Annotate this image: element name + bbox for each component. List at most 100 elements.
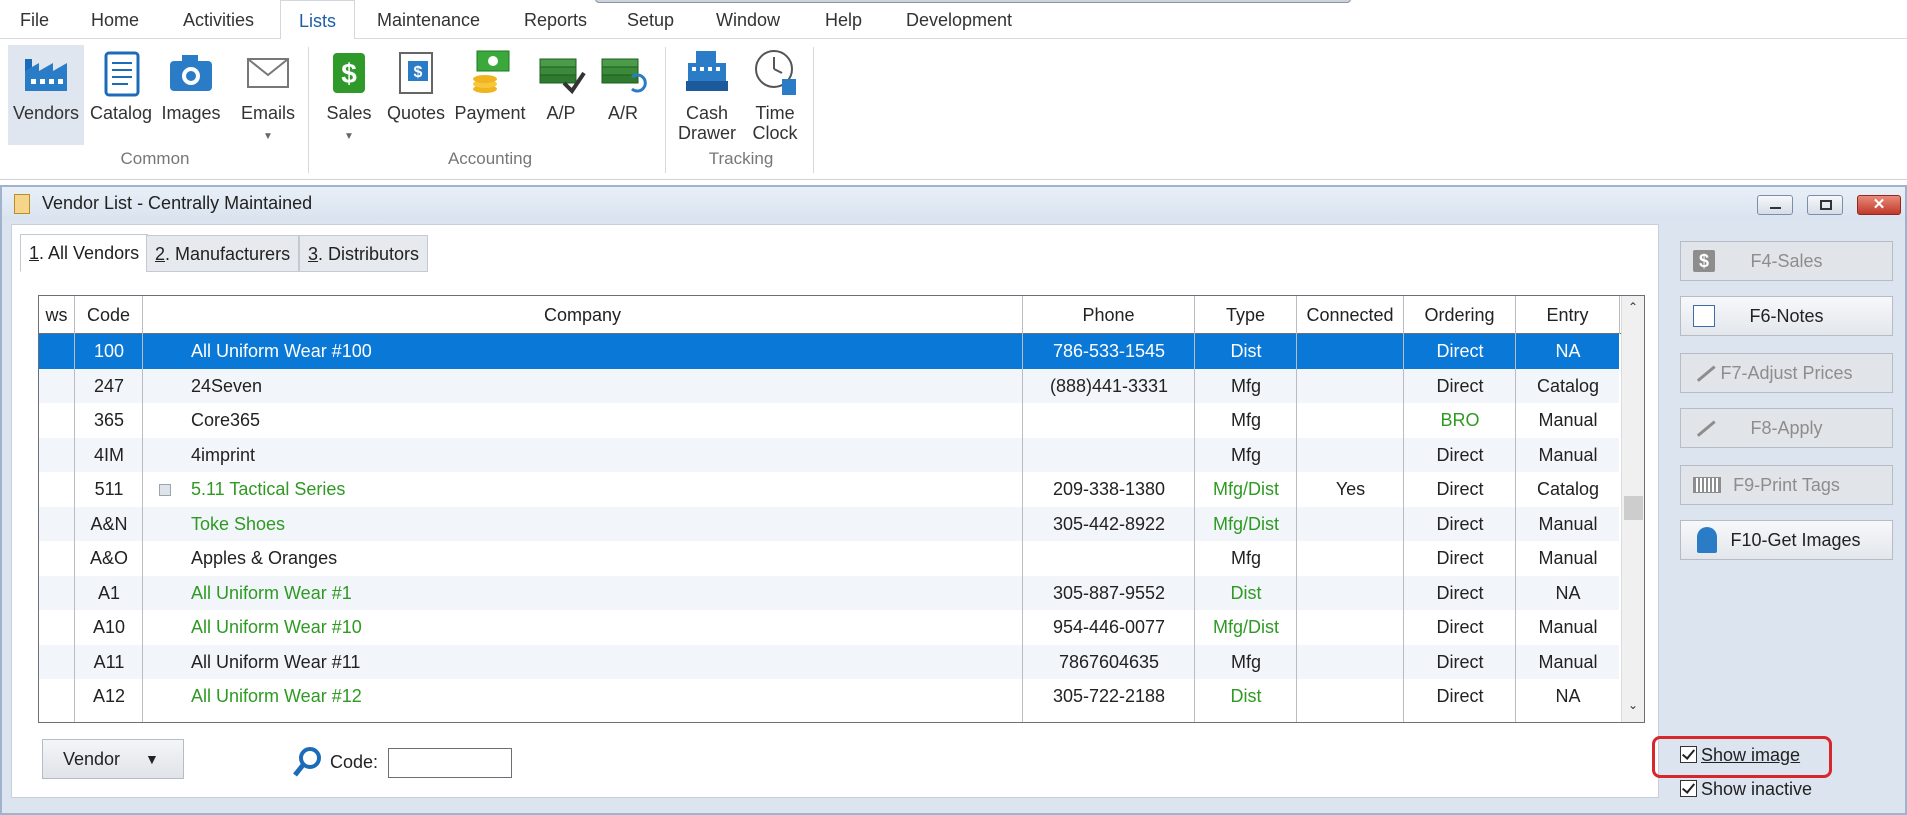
tab-key: 3: [308, 244, 319, 264]
f4-sales-button[interactable]: $ F4-Sales: [1680, 241, 1893, 281]
table-row[interactable]: 247 24Seven (888)441-3331 Mfg Direct Catalog: [39, 368, 1619, 404]
vertical-scrollbar[interactable]: ⌃ ⌄: [1621, 296, 1644, 722]
factory-icon: [8, 45, 84, 101]
ribbon-catalog-label: Catalog: [89, 103, 153, 123]
column-header-phone[interactable]: Phone: [1023, 296, 1195, 334]
f6-notes-button[interactable]: F6-Notes: [1680, 296, 1893, 336]
column-divider: [1515, 334, 1516, 722]
tab-key: 1: [29, 243, 40, 263]
cell-text: Direct: [1436, 582, 1484, 603]
table-row[interactable]: 4IM 4imprint Mfg Direct Manual: [39, 437, 1619, 472]
cell-text: Manual: [1538, 651, 1598, 672]
cell-ws: [39, 334, 75, 369]
menu-maintenance[interactable]: Maintenance: [377, 0, 480, 40]
menu-help[interactable]: Help: [825, 0, 862, 40]
vendor-dropdown-button[interactable]: Vendor ▼: [42, 739, 184, 779]
code-input[interactable]: [388, 748, 512, 778]
f7-adjust-prices-button[interactable]: F7-Adjust Prices: [1680, 353, 1893, 393]
table-row[interactable]: 511 5.11 Tactical Series 209-338-1380 Mfg/D…: [39, 472, 1619, 507]
cell-text: Direct: [1436, 548, 1484, 568]
column-header-code[interactable]: Code: [75, 296, 143, 334]
cell-phone: 209-338-1380: [1023, 472, 1195, 507]
cell-entry: Manual: [1516, 645, 1620, 680]
ribbon-ap-button[interactable]: A/P: [536, 45, 586, 123]
minimize-button[interactable]: [1757, 195, 1793, 215]
table-row[interactable]: A10 All Uniform Wear #10 954-446-0077 Mfg/D…: [39, 610, 1619, 645]
ribbon-vendors-button[interactable]: Vendors: [8, 45, 84, 145]
cell-text: Mfg: [1230, 651, 1261, 672]
scroll-down-icon[interactable]: ⌄: [1622, 698, 1644, 712]
cell-text: All Uniform Wear #10: [191, 617, 362, 637]
show-inactive-checkbox[interactable]: Show inactive: [1680, 779, 1812, 800]
cell-text: Direct: [1436, 444, 1484, 465]
tab-distributors[interactable]: 3. Distributors: [299, 235, 429, 272]
cell-text: Toke Shoes: [191, 513, 286, 534]
cell-ordering: Direct: [1404, 576, 1516, 611]
cell-company: Core365: [143, 403, 1023, 438]
table-row[interactable]: A&O Apples & Oranges Mfg Direct Manual: [39, 541, 1619, 576]
ribbon-sales-button[interactable]: $ Sales ▼: [318, 45, 380, 147]
menu-window[interactable]: Window: [716, 0, 780, 40]
ribbon-cash-drawer-button[interactable]: Cash Drawer: [674, 45, 740, 143]
tab-all-vendors[interactable]: 1. All Vendors: [20, 234, 149, 272]
table-row[interactable]: A11 All Uniform Wear #11 7867604635 Mfg Dire…: [39, 644, 1620, 680]
show-inactive-label: Show inactive: [1701, 779, 1813, 799]
ribbon-emails-button[interactable]: Emails ▼: [232, 45, 304, 147]
ribbon-catalog-button[interactable]: Catalog: [88, 45, 154, 123]
tab-manufacturers[interactable]: 2. Manufacturers: [146, 235, 300, 272]
table-row[interactable]: 100 All Uniform Wear #100 786-533-1545 Dist…: [39, 334, 1619, 369]
menu-activities[interactable]: Activities: [183, 0, 254, 40]
menu-setup[interactable]: Setup: [627, 0, 674, 40]
ribbon-payment-button[interactable]: Payment: [450, 45, 530, 123]
column-header-company[interactable]: Company: [143, 296, 1023, 334]
table-row[interactable]: 365 Core365 Mfg BRO Manual: [39, 403, 1619, 438]
show-image-checkbox[interactable]: Show image: [1680, 745, 1800, 766]
table-row[interactable]: A1 All Uniform Wear #1 305-887-9552 Dist Dir…: [39, 575, 1619, 611]
menu-reports[interactable]: Reports: [524, 0, 587, 40]
menu-development[interactable]: Development: [906, 0, 1012, 40]
column-header-ordering[interactable]: Ordering: [1404, 296, 1516, 334]
cell-text: 4imprint: [191, 444, 256, 465]
show-image-label: Show image: [1701, 745, 1801, 765]
cell-text: Manual: [1538, 444, 1598, 465]
column-divider: [1194, 334, 1195, 722]
scroll-thumb[interactable]: [1624, 496, 1643, 520]
close-button[interactable]: ✕: [1857, 195, 1901, 215]
f10-get-images-button[interactable]: F10-Get Images: [1680, 520, 1893, 560]
cell-connected: [1297, 610, 1404, 645]
column-header-ws[interactable]: ws: [39, 296, 75, 334]
menu-file[interactable]: File: [20, 0, 49, 40]
cell-company: Apples & Oranges: [143, 541, 1023, 576]
vendor-grid[interactable]: ws Code Company Phone Type Connected Ord…: [38, 295, 1645, 723]
cell-connected: [1297, 369, 1404, 404]
f8-apply-button[interactable]: F8-Apply: [1680, 408, 1893, 448]
ribbon-quotes-button[interactable]: $ Quotes: [382, 45, 450, 123]
ribbon-time-clock-button[interactable]: Time Clock: [742, 45, 808, 143]
column-header-connected[interactable]: Connected: [1297, 296, 1404, 334]
cell-phone: 7867604635: [1023, 645, 1195, 680]
ribbon-emails-label: Emails: [240, 103, 295, 123]
f9-print-tags-button[interactable]: F9-Print Tags: [1680, 465, 1893, 505]
cell-text: 511: [94, 479, 124, 499]
table-row[interactable]: A&N Toke Shoes 305-442-8922 Mfg/Dist Direct M…: [39, 506, 1619, 542]
scroll-up-icon[interactable]: ⌃: [1622, 300, 1644, 314]
cell-company: All Uniform Wear #12: [143, 679, 1023, 714]
menu-home[interactable]: Home: [91, 0, 139, 40]
ribbon-ar-button[interactable]: A/R: [598, 45, 648, 123]
cell-text: 100: [93, 341, 125, 361]
cell-type: Dist: [1195, 679, 1297, 714]
column-header-type[interactable]: Type: [1195, 296, 1297, 334]
cell-code: A&O: [75, 541, 143, 576]
menu-lists[interactable]: Lists: [280, 0, 356, 40]
f7-adjust-prices-label: F7-Adjust Prices: [1720, 363, 1853, 383]
cell-type: Mfg: [1195, 541, 1297, 576]
cell-text: Dist: [1230, 582, 1262, 603]
table-row[interactable]: A12 All Uniform Wear #12 305-722-2188 Dist D…: [39, 679, 1619, 714]
cell-ordering: Direct: [1404, 507, 1516, 542]
ribbon-images-button[interactable]: Images: [158, 45, 224, 123]
cell-text: Direct: [1436, 341, 1484, 361]
cell-text: 5.11 Tactical Series: [191, 479, 346, 499]
cell-type: Mfg/Dist: [1195, 507, 1297, 542]
maximize-button[interactable]: [1807, 195, 1843, 215]
column-header-entry[interactable]: Entry: [1516, 296, 1620, 334]
